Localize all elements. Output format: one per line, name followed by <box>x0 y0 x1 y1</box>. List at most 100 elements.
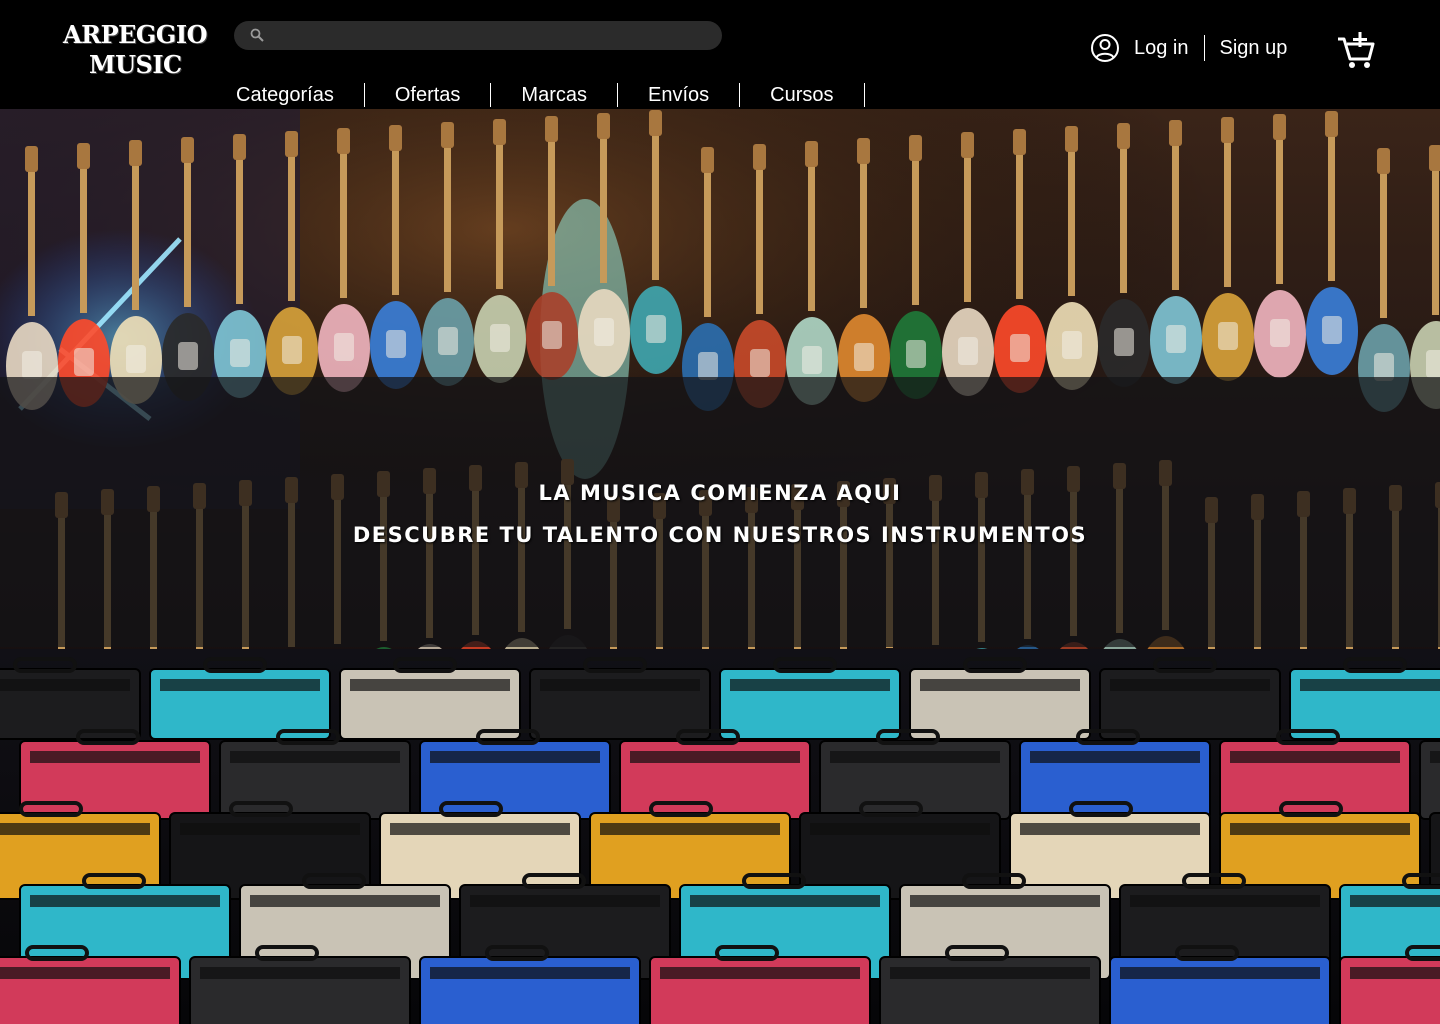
brand-logo[interactable]: Arpeggio Music <box>60 20 208 88</box>
amplifier-panel <box>430 967 630 979</box>
account-links: Log in Sign up <box>1090 32 1287 64</box>
guitar-headstock <box>1377 148 1390 174</box>
guitar-headstock <box>1065 126 1078 152</box>
guitar-neck <box>1432 165 1439 315</box>
amplifier-panel <box>1350 895 1440 907</box>
guitar-headstock <box>753 144 766 170</box>
guitar-headstock <box>389 125 402 151</box>
guitar-headstock <box>25 146 38 172</box>
amplifier-panel <box>810 823 990 835</box>
guitar-headstock <box>129 140 142 166</box>
guitar-neck <box>808 161 815 311</box>
guitar-headstock <box>1117 123 1130 149</box>
guitar-neck <box>756 164 763 314</box>
guitar-headstock <box>233 134 246 160</box>
guitar-neck <box>340 148 347 298</box>
guitar-headstock <box>1325 111 1338 137</box>
nav-item-marcas[interactable]: Marcas <box>491 83 618 107</box>
guitar-neck <box>1068 146 1075 296</box>
amplifier-panel <box>0 967 170 979</box>
guitar-neck <box>1120 143 1127 293</box>
amplifier-panel <box>1300 679 1440 691</box>
guitar-neck <box>132 160 139 310</box>
login-link[interactable]: Log in <box>1134 37 1189 60</box>
guitar-headstock <box>857 138 870 164</box>
amplifier-panel <box>630 751 800 763</box>
amplifier-panel <box>660 967 860 979</box>
amplifier-panel <box>1020 823 1200 835</box>
auth-divider <box>1203 35 1205 61</box>
cart-add-icon[interactable] <box>1336 30 1376 70</box>
amplifier-panel <box>30 751 200 763</box>
search-input[interactable] <box>272 25 702 46</box>
guitar-neck <box>1380 168 1387 318</box>
hero-subheadline: Descubre tu talento con nuestros instrum… <box>352 523 1088 547</box>
guitar-neck <box>1224 137 1231 287</box>
guitar-neck <box>860 158 867 308</box>
amplifier-panel <box>600 823 780 835</box>
guitar-pickguard <box>22 351 42 379</box>
amplifier-panel <box>0 679 130 691</box>
guitar-neck <box>1328 131 1335 281</box>
logo-line-1: Arpeggio <box>63 20 208 49</box>
amplifier-panel <box>1130 895 1320 907</box>
amplifier-panel <box>230 751 400 763</box>
guitar-pickguard <box>126 345 146 373</box>
nav-item-ofertas[interactable]: Ofertas <box>365 83 492 107</box>
guitar-neck <box>1276 134 1283 284</box>
nav-item-categorias[interactable]: Categorías <box>206 83 365 107</box>
amplifier-panel <box>890 967 1090 979</box>
guitar-neck <box>184 157 191 307</box>
search-bar[interactable] <box>234 21 722 50</box>
guitar-headstock <box>1169 120 1182 146</box>
guitar-headstock <box>285 131 298 157</box>
amplifier-panel <box>1120 967 1320 979</box>
guitar-pickguard <box>178 342 198 370</box>
guitar-pickguard <box>1270 319 1290 347</box>
guitar-neck <box>392 145 399 295</box>
guitar-neck <box>496 139 503 289</box>
guitar-pickguard <box>1322 316 1342 344</box>
guitar-neck <box>912 155 919 305</box>
guitar-pickguard <box>282 336 302 364</box>
guitar-neck <box>964 152 971 302</box>
guitar-headstock <box>961 132 974 158</box>
amplifier-panel <box>250 895 440 907</box>
site-header: Arpeggio Music Categorías Ofertas Marcas… <box>0 0 1440 109</box>
guitar-neck <box>236 154 243 304</box>
amplifier-panel <box>30 895 220 907</box>
guitar-pickguard <box>1166 325 1186 353</box>
user-circle-icon[interactable] <box>1090 33 1120 63</box>
main-nav: Categorías Ofertas Marcas Envíos Cursos <box>206 82 865 108</box>
guitar-headstock <box>441 122 454 148</box>
amplifier-panel <box>430 751 600 763</box>
amplifier-panel <box>540 679 700 691</box>
guitar-pickguard <box>1114 328 1134 356</box>
guitar-headstock <box>1429 145 1440 171</box>
amplifier-panel <box>1030 751 1200 763</box>
guitar-neck <box>600 133 607 283</box>
guitar-neck <box>1172 140 1179 290</box>
guitar-pickguard <box>646 315 666 343</box>
guitar-pickguard <box>854 343 874 371</box>
guitar-pickguard <box>906 340 926 368</box>
amplifier-panel <box>730 679 890 691</box>
guitar-pickguard <box>802 346 822 374</box>
amplifier-floor <box>0 657 1440 1024</box>
nav-item-cursos[interactable]: Cursos <box>740 83 865 107</box>
amplifier-panel <box>910 895 1100 907</box>
amplifier-panel <box>350 679 510 691</box>
guitar-pickguard <box>490 324 510 352</box>
amplifier-panel <box>180 823 360 835</box>
guitar-neck <box>652 130 659 280</box>
guitar-neck <box>548 136 555 286</box>
nav-item-envios[interactable]: Envíos <box>618 83 741 107</box>
guitar-neck <box>288 151 295 301</box>
signup-link[interactable]: Sign up <box>1220 37 1288 60</box>
amplifier-panel <box>470 895 660 907</box>
guitar-pickguard <box>698 352 718 380</box>
guitar-neck <box>28 166 35 316</box>
guitar-headstock <box>649 110 662 136</box>
hero-banner: La musica comienza aqui Descubre tu tale… <box>0 377 1440 647</box>
amplifier-panel <box>690 895 880 907</box>
